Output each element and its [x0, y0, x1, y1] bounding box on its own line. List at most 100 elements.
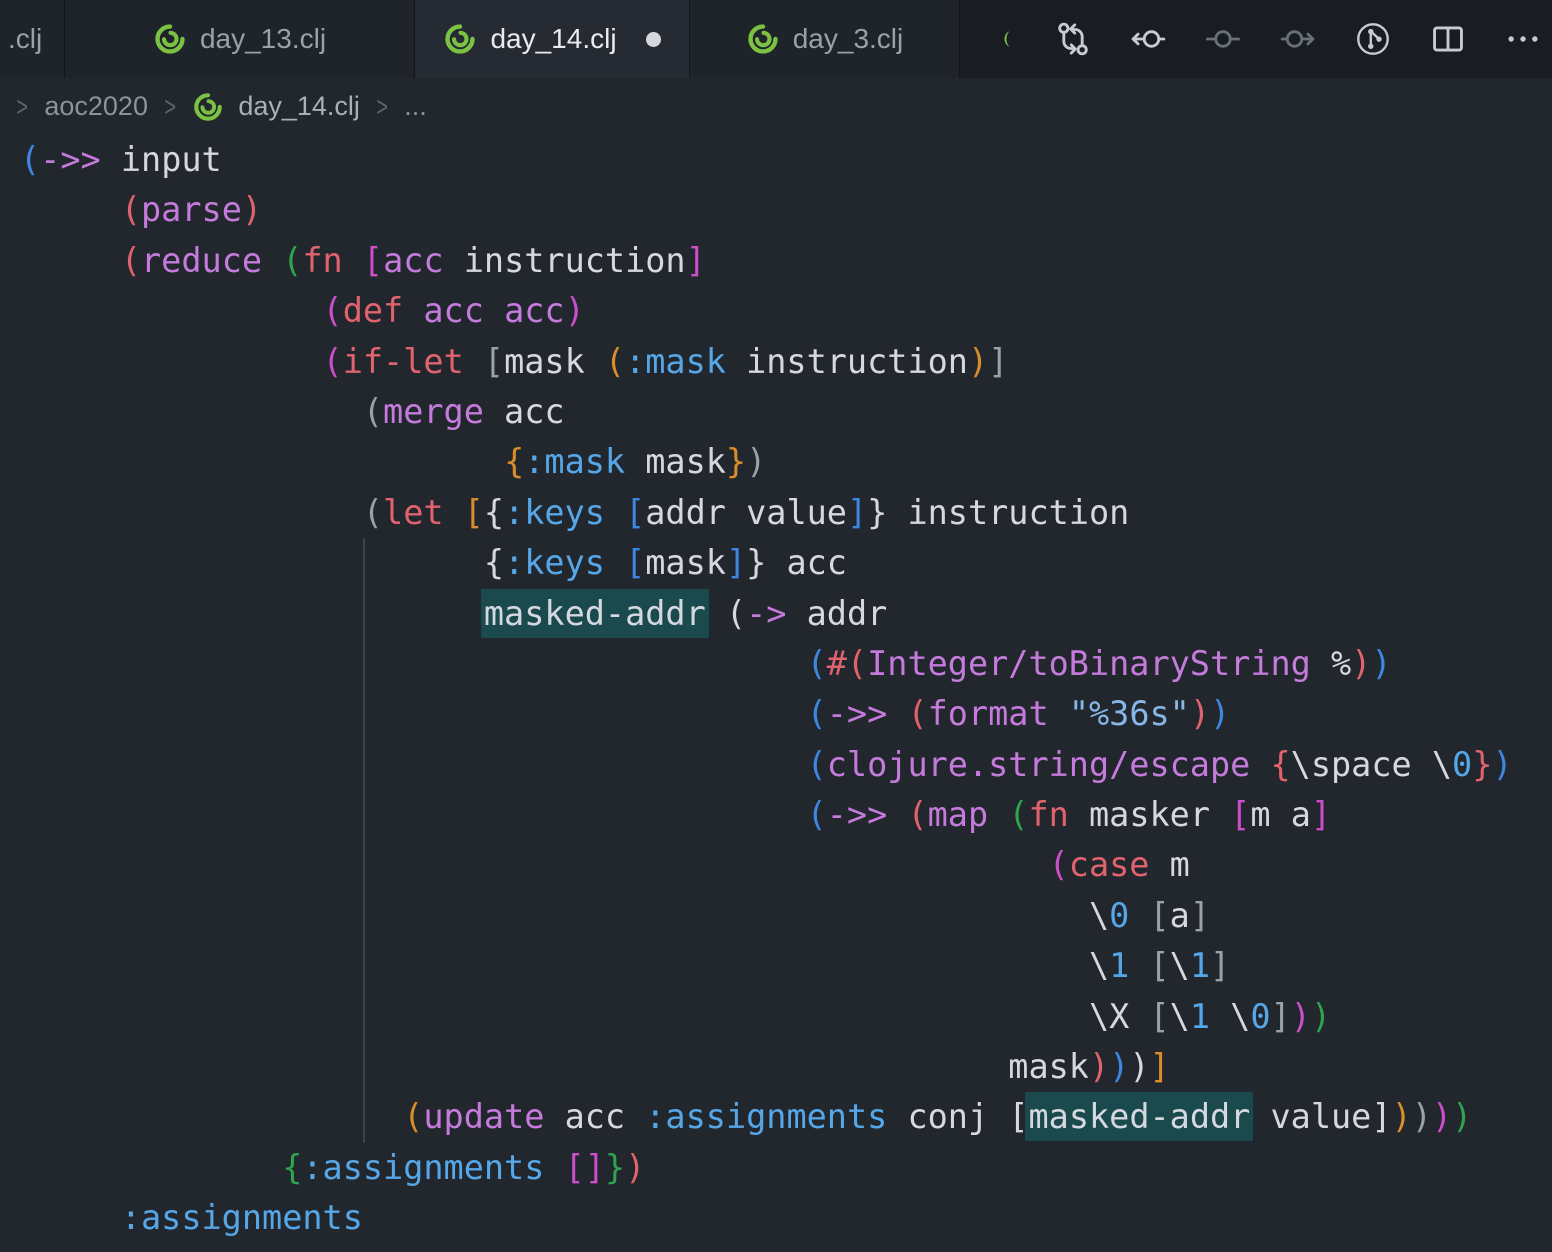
code-token: mask	[504, 342, 605, 381]
code-line[interactable]: {:mask mask})	[20, 437, 1513, 487]
code-line[interactable]: mask)))]	[20, 1042, 1513, 1092]
code-line[interactable]: (map (fn [[addr value]]	[20, 1244, 1513, 1252]
chevron-right-icon: >	[16, 91, 28, 123]
code-line[interactable]: {:assignments []})	[20, 1143, 1513, 1193]
code-line[interactable]: (->> (format "%36s"))	[20, 689, 1513, 739]
code-token: )	[1392, 1097, 1412, 1136]
code-token: )	[625, 1148, 645, 1187]
code-token: ->>	[827, 795, 908, 834]
code-line[interactable]: {:keys [mask]} acc	[20, 538, 1513, 588]
code-token	[1129, 946, 1149, 985]
code-token: \space \	[1291, 745, 1452, 784]
code-line[interactable]: (clojure.string/escape {\space \0})	[20, 740, 1513, 790]
breadcrumb-file[interactable]: day_14.clj	[238, 91, 360, 122]
breadcrumb-folder[interactable]: aoc2020	[44, 91, 148, 122]
code-token: )	[1089, 1047, 1109, 1086]
code-token: ]	[1149, 1047, 1169, 1086]
code-token: :keys	[504, 493, 605, 532]
code-token: conj	[887, 1097, 1008, 1136]
code-token: )	[1371, 644, 1391, 683]
code-editor[interactable]: (->> input (parse) (reduce (fn [acc inst…	[0, 135, 1552, 1252]
code-line[interactable]: \0 [a]	[20, 891, 1513, 941]
code-token: [	[363, 241, 383, 280]
code-line[interactable]: (case m	[20, 840, 1513, 890]
code-line[interactable]: (def acc acc)	[20, 286, 1513, 336]
code-token: masker	[1089, 795, 1230, 834]
code-token: ->>	[40, 140, 101, 179]
code-line[interactable]: (reduce (fn [acc instruction]	[20, 236, 1513, 286]
code-token: ]	[1371, 1097, 1391, 1136]
nav-back-icon[interactable]	[1129, 20, 1167, 58]
code-token: map	[141, 1249, 222, 1252]
tab-bar: .clj day_13.clj day_14.clj day_3.clj	[0, 0, 1552, 78]
nav-current-icon[interactable]	[1204, 20, 1242, 58]
code-line[interactable]: (parse)	[20, 185, 1513, 235]
code-token: map	[928, 795, 1009, 834]
code-token: )	[1129, 1047, 1149, 1086]
code-token: parse	[141, 190, 242, 229]
code-token: 1	[1190, 997, 1210, 1036]
code-token: )	[565, 291, 585, 330]
code-token: (	[121, 241, 141, 280]
code-token: addr	[786, 594, 887, 633]
code-token: :mask	[625, 342, 726, 381]
tab-day-3[interactable]: day_3.clj	[690, 0, 960, 78]
code-token: )	[1492, 745, 1512, 784]
code-token: acc	[565, 1097, 646, 1136]
code-token: [	[625, 493, 645, 532]
code-token	[706, 594, 726, 633]
tab-clipped[interactable]: .clj	[0, 0, 65, 78]
swap-changes-icon[interactable]	[1054, 20, 1092, 58]
tab-day-14-active[interactable]: day_14.clj	[415, 0, 690, 78]
code-line[interactable]: (if-let [mask (:mask instruction)]	[20, 337, 1513, 387]
code-line[interactable]: \1 [\1]	[20, 941, 1513, 991]
split-editor-icon[interactable]	[1429, 20, 1467, 58]
code-token: }	[726, 442, 746, 481]
modified-dot-icon[interactable]	[646, 32, 661, 47]
code-token	[605, 493, 625, 532]
code-token: ->>	[827, 694, 908, 733]
code-line[interactable]: (update acc :assignments conj [masked-ad…	[20, 1092, 1513, 1142]
nav-forward-icon[interactable]	[1279, 20, 1317, 58]
code-token: update	[423, 1097, 564, 1136]
code-token: (	[807, 644, 827, 683]
more-actions-icon[interactable]	[1504, 20, 1542, 58]
code-line[interactable]: (merge acc	[20, 387, 1513, 437]
code-token: (	[363, 493, 383, 532]
code-token: clojure.string/escape	[827, 745, 1271, 784]
clojure-icon	[153, 22, 187, 56]
source-control-icon[interactable]	[1354, 20, 1392, 58]
code-token: [	[484, 342, 504, 381]
code-token: )	[746, 442, 766, 481]
code-token: {	[484, 543, 504, 582]
code-line[interactable]: (->> input	[20, 135, 1513, 185]
code-token: mask	[645, 543, 726, 582]
code-line[interactable]: \X [\1 \0]))	[20, 992, 1513, 1042]
code-area[interactable]: (->> input (parse) (reduce (fn [acc inst…	[20, 135, 1513, 1252]
code-line[interactable]: masked-addr (-> addr	[20, 589, 1513, 639]
code-token: :keys	[504, 543, 605, 582]
code-line[interactable]: :assignments	[20, 1193, 1513, 1243]
code-token: )	[1291, 997, 1311, 1036]
code-line[interactable]: (->> (map (fn masker [m a]	[20, 790, 1513, 840]
code-token: (	[605, 342, 625, 381]
code-token: (	[907, 795, 927, 834]
code-line[interactable]: (let [{:keys [addr value]} instruction	[20, 488, 1513, 538]
code-token: (	[323, 291, 343, 330]
code-token: \	[1170, 946, 1190, 985]
code-token: ]	[988, 342, 1008, 381]
code-token: [	[1149, 946, 1169, 985]
code-token: (	[20, 140, 40, 179]
code-token: format	[928, 694, 1069, 733]
code-token: \	[1089, 946, 1109, 985]
code-token: ]	[1190, 896, 1210, 935]
breadcrumb-symbol[interactable]: ...	[404, 91, 427, 122]
calva-repl-icon[interactable]	[997, 20, 1017, 58]
code-token: )	[968, 342, 988, 381]
code-token: fn	[242, 1249, 303, 1252]
tab-day-13[interactable]: day_13.clj	[65, 0, 415, 78]
code-token: instruction	[726, 342, 968, 381]
code-token: ->	[746, 594, 786, 633]
code-token: )	[1351, 644, 1371, 683]
code-line[interactable]: (#(Integer/toBinaryString %))	[20, 639, 1513, 689]
